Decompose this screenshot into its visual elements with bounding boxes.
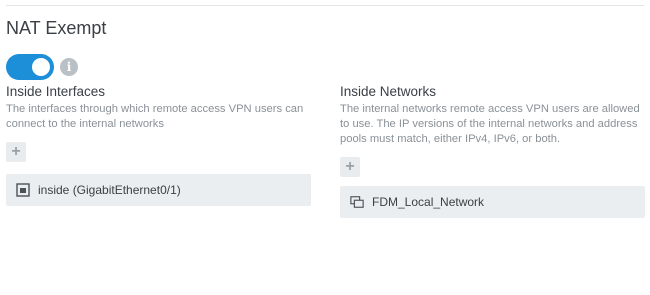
inside-interfaces-section: Inside Interfaces The interfaces through… [6,84,311,206]
network-chip[interactable]: FDM_Local_Network [340,186,645,218]
section-title: NAT Exempt [6,18,107,38]
top-divider [6,5,644,6]
interface-chip-label: inside (GigabitEthernet0/1) [38,183,181,197]
add-network-button[interactable]: + [340,157,360,177]
nat-exempt-toggle-row: i [6,54,78,80]
inside-networks-heading: Inside Networks [340,84,437,99]
info-icon[interactable]: i [60,58,78,76]
nat-exempt-toggle[interactable] [6,54,54,80]
inside-interfaces-heading: Inside Interfaces [6,84,106,99]
network-chip-label: FDM_Local_Network [372,195,485,209]
inside-networks-description: The internal networks remote access VPN … [340,103,640,145]
network-object-icon [350,195,364,209]
inside-networks-section: Inside Networks The internal networks re… [340,84,645,218]
interface-icon [16,183,30,197]
add-interface-button[interactable]: + [6,142,26,162]
inside-interfaces-description: The interfaces through which remote acce… [6,103,304,130]
toggle-knob [32,58,50,76]
interface-chip[interactable]: inside (GigabitEthernet0/1) [6,174,311,206]
